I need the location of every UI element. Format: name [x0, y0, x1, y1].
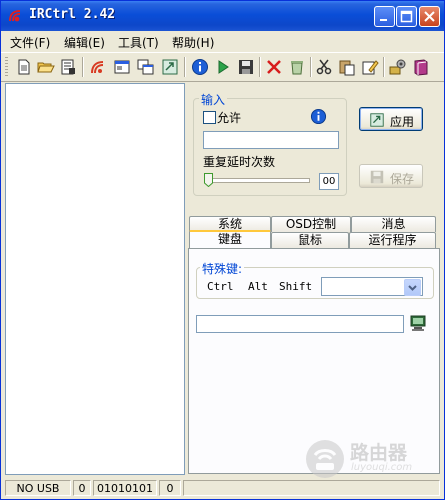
allow-label: 允许 [217, 111, 242, 125]
status-code: 01010101 [93, 480, 157, 496]
minimize-button[interactable] [374, 6, 395, 27]
menu-bar: 文件(F) 编辑(E) 工具(T) 帮助(H) [1, 31, 444, 51]
play-icon[interactable] [214, 58, 232, 76]
menu-edit[interactable]: 编辑(E) [64, 34, 105, 51]
apply-button[interactable]: 应用 [359, 107, 423, 131]
shift-key[interactable]: Shift [279, 280, 312, 293]
apply-icon [370, 113, 384, 127]
computer-icon[interactable] [409, 314, 427, 332]
window-icon[interactable] [113, 58, 131, 76]
alt-key[interactable]: Alt [248, 280, 268, 293]
toolbar-separator [259, 57, 261, 77]
close-icon [424, 11, 435, 22]
status-usb: NO USB [5, 480, 71, 496]
repeat-slider-track[interactable] [204, 178, 310, 183]
watermark-subtext: luyouqi.com [351, 462, 413, 473]
repeat-slider-thumb[interactable] [204, 173, 213, 187]
key-value-field[interactable] [196, 315, 404, 333]
open-folder-icon[interactable] [37, 58, 55, 76]
status-count-b: 0 [159, 480, 181, 496]
signal-icon[interactable] [89, 58, 107, 76]
maximize-button[interactable] [396, 6, 417, 27]
menu-help[interactable]: 帮助(H) [172, 34, 214, 51]
ctrl-key[interactable]: Ctrl [207, 280, 234, 293]
delete-icon[interactable] [265, 58, 283, 76]
apply-button-label: 应用 [390, 115, 415, 129]
minimize-icon [380, 19, 387, 21]
router-logo-icon [306, 440, 344, 478]
chevron-down-icon [408, 285, 417, 291]
settings-icon[interactable] [389, 58, 407, 76]
repeat-count-field[interactable]: 00 [319, 173, 339, 190]
status-count-a: 0 [73, 480, 91, 496]
edit-icon[interactable] [361, 58, 379, 76]
menu-file[interactable]: 文件(F) [10, 34, 50, 51]
watermark-text: 路由器 [350, 442, 408, 464]
key-combo-select[interactable] [321, 277, 423, 296]
toolbar [1, 52, 444, 82]
input-group-label: 输入 [199, 91, 228, 108]
maximize-icon [400, 10, 413, 23]
remote-list[interactable] [5, 83, 185, 475]
toolbar-separator [82, 57, 84, 77]
toolbar-grip[interactable] [5, 57, 8, 77]
info-icon[interactable] [191, 58, 209, 76]
combo-dropdown-button[interactable] [404, 279, 421, 296]
window-title: IRCtrl 2.42 [29, 7, 116, 22]
input-text-field[interactable] [203, 131, 339, 149]
paste-icon[interactable] [338, 58, 356, 76]
status-bar: NO USB 0 01010101 0 [1, 477, 444, 499]
special-keys-group: 特殊键: Ctrl Alt Shift [196, 260, 434, 299]
cut-icon[interactable] [315, 58, 333, 76]
app-icon [9, 10, 21, 22]
status-message [183, 480, 440, 496]
book-icon[interactable] [412, 58, 430, 76]
new-file-icon[interactable] [15, 58, 33, 76]
info-icon[interactable] [310, 108, 327, 125]
watermark: 路由器 luyouqi.com [304, 438, 438, 480]
save-icon[interactable] [237, 58, 255, 76]
title-bar[interactable]: IRCtrl 2.42 [1, 1, 444, 31]
allow-checkbox[interactable] [203, 111, 216, 124]
toolbar-separator [383, 57, 385, 77]
toolbar-separator [184, 57, 186, 77]
recycle-icon[interactable] [288, 58, 306, 76]
main-window: IRCtrl 2.42 文件(F) 编辑(E) 工具(T) 帮助(H) 输入 允… [0, 0, 445, 500]
tab-mouse[interactable]: 鼠标 [271, 232, 349, 248]
save-list-icon[interactable] [59, 58, 77, 76]
tab-keyboard[interactable]: 键盘 [189, 230, 271, 248]
save-button[interactable]: 保存 [359, 164, 423, 188]
special-keys-label: 特殊键: [200, 260, 245, 277]
tab-messages[interactable]: 消息 [351, 216, 436, 232]
close-button[interactable] [419, 6, 440, 27]
save-icon [370, 170, 384, 184]
import-icon[interactable] [161, 58, 179, 76]
copy-window-icon[interactable] [137, 58, 155, 76]
tab-run-program[interactable]: 运行程序 [349, 232, 436, 248]
toolbar-separator [310, 57, 312, 77]
menu-tools[interactable]: 工具(T) [118, 34, 159, 51]
save-button-label: 保存 [390, 172, 415, 186]
input-group: 输入 允许 重复延时次数 00 [193, 91, 347, 196]
tab-osd-control[interactable]: OSD控制 [271, 216, 351, 232]
repeat-delay-label: 重复延时次数 [203, 155, 276, 169]
